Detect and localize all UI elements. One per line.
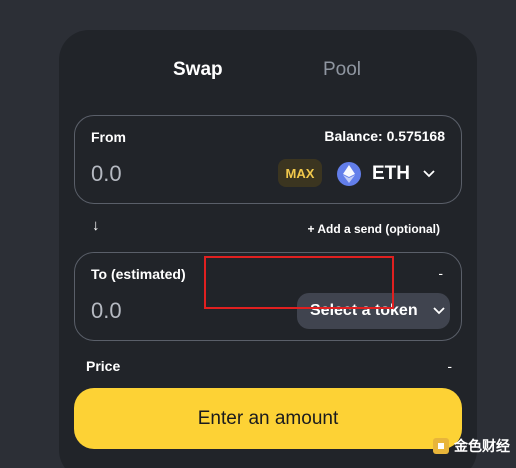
from-label: From — [91, 129, 126, 145]
balance-text: Balance: 0.575168 — [324, 128, 445, 144]
to-label: To (estimated) — [91, 266, 186, 282]
from-token-symbol: ETH — [372, 163, 410, 184]
price-label: Price — [86, 358, 121, 374]
price-value: - — [447, 358, 452, 374]
chevron-down-icon — [432, 304, 446, 318]
swap-pool-tabs: Swap Pool — [59, 30, 477, 110]
arrow-down-icon[interactable]: ↓ — [92, 217, 100, 234]
from-token-selector[interactable]: ETH — [337, 159, 436, 189]
middle-row: ↓ + Add a send (optional) — [74, 215, 462, 241]
watermark-text: 金色财经 — [454, 438, 510, 454]
eth-icon — [337, 162, 361, 186]
to-balance-value: - — [438, 265, 443, 281]
max-button[interactable]: MAX — [278, 159, 322, 187]
enter-amount-button[interactable]: Enter an amount — [74, 388, 462, 449]
watermark: 金色财经 — [433, 436, 510, 456]
swap-card: Swap Pool From Balance: 0.575168 MAX ETH… — [59, 30, 477, 468]
price-row: Price - — [86, 358, 452, 378]
from-panel: From Balance: 0.575168 MAX ETH — [74, 115, 462, 204]
add-send-link[interactable]: + Add a send (optional) — [307, 222, 440, 236]
tab-pool[interactable]: Pool — [323, 59, 361, 81]
red-highlight-box — [204, 256, 394, 309]
chevron-down-icon — [422, 167, 436, 181]
from-amount-input[interactable] — [91, 158, 251, 190]
watermark-logo-icon — [433, 438, 449, 454]
tab-swap[interactable]: Swap — [173, 59, 223, 81]
